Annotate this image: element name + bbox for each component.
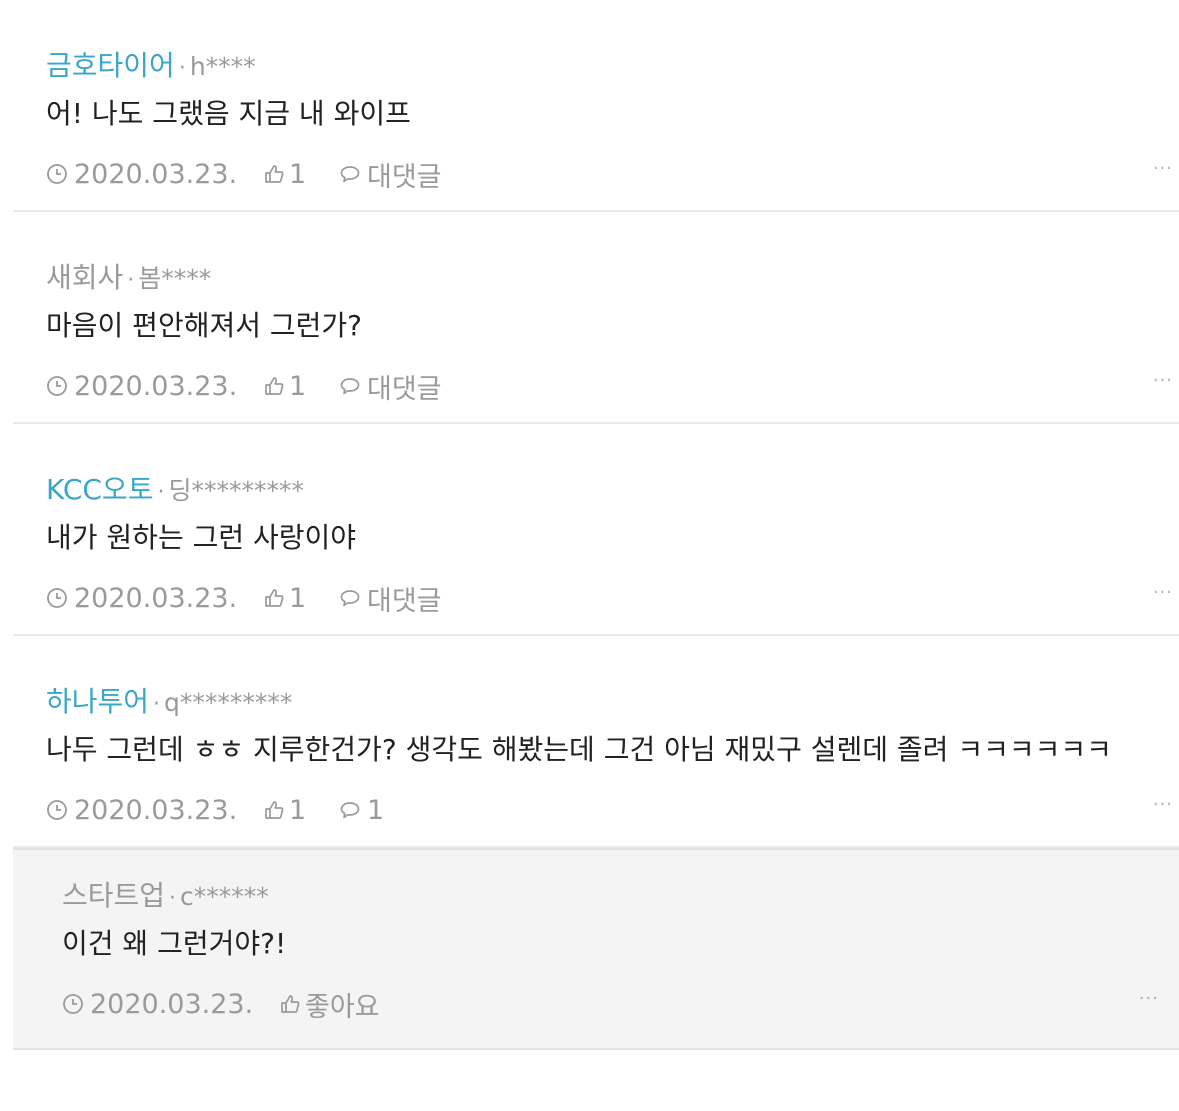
author-separator: · xyxy=(153,692,161,717)
company-name[interactable]: 금호타이어 xyxy=(46,49,175,82)
reply-button[interactable]: 1 xyxy=(339,795,384,826)
thumbs-up-icon xyxy=(265,377,284,395)
reply-author-line: 스타트업 · c****** xyxy=(62,876,269,919)
reply-date-text: 2020.03.23. xyxy=(90,988,254,1020)
reply-item: 스타트업 · c****** 이건 왜 그런거야?! 2020.03.23. 좋아요… xyxy=(13,848,1179,1050)
speech-bubble-icon xyxy=(340,166,360,183)
comment-actions: 2020.03.23. 1 대댓글 xyxy=(46,154,442,194)
comment-author-line: 금호타이어 · h**** xyxy=(46,46,256,89)
comment-date: 2020.03.23. xyxy=(46,159,263,190)
comment-text: 어! 나도 그랬음 지금 내 와이프 xyxy=(46,97,411,130)
comment-date-text: 2020.03.23. xyxy=(74,582,238,614)
reply-label: 대댓글 xyxy=(367,373,442,405)
user-id: 봄**** xyxy=(138,264,212,293)
company-name: 스타트업 xyxy=(62,879,166,912)
like-button[interactable]: 1 xyxy=(263,795,339,826)
reply-text: 이건 왜 그런거야?! xyxy=(62,927,287,960)
like-button[interactable]: 좋아요 xyxy=(279,985,380,1024)
comment-date-text: 2020.03.23. xyxy=(74,158,238,190)
reply-count: 1 xyxy=(367,794,385,826)
company-name: 새회사 xyxy=(46,261,124,294)
comment-text: 내가 원하는 그런 사랑이야 xyxy=(46,521,357,554)
comment-item: 금호타이어 · h**** 어! 나도 그랬음 지금 내 와이프 2020.03.2… xyxy=(13,0,1179,212)
like-count: 1 xyxy=(289,158,307,190)
comment-author-line: KCC오토 · 딩********* xyxy=(46,470,304,513)
author-separator: · xyxy=(178,56,186,81)
like-button[interactable]: 1 xyxy=(263,583,339,614)
author-separator: · xyxy=(127,268,135,293)
comment-date: 2020.03.23. xyxy=(46,795,263,826)
more-options-button[interactable]: ··· xyxy=(1153,794,1173,815)
comment-author-line: 하나투어 · q********* xyxy=(46,682,292,725)
comment-actions: 2020.03.23. 1 대댓글 xyxy=(46,366,442,406)
user-id: h**** xyxy=(189,52,256,81)
reply-label: 대댓글 xyxy=(367,161,442,193)
clock-icon xyxy=(47,588,67,608)
clock-icon xyxy=(47,800,67,820)
thumbs-up-icon xyxy=(265,589,284,607)
speech-bubble-icon xyxy=(340,378,360,395)
comment-text: 나두 그런데 ㅎㅎ 지루한건가? 생각도 해봤는데 그건 아님 재밌구 설렌데 … xyxy=(46,733,1112,766)
comment-date-text: 2020.03.23. xyxy=(74,370,238,402)
like-label: 좋아요 xyxy=(305,991,380,1023)
more-options-button[interactable]: ··· xyxy=(1139,988,1159,1009)
author-separator: · xyxy=(157,480,165,505)
clock-icon xyxy=(47,376,67,396)
comment-date: 2020.03.23. xyxy=(46,583,263,614)
more-options-button[interactable]: ··· xyxy=(1153,370,1173,391)
comment-item: 하나투어 · q********* 나두 그런데 ㅎㅎ 지루한건가? 생각도 해봤는… xyxy=(13,636,1179,848)
reply-button[interactable]: 대댓글 xyxy=(339,155,442,194)
reply-button[interactable]: 대댓글 xyxy=(339,579,442,618)
user-id: q********* xyxy=(164,688,293,717)
like-count: 1 xyxy=(289,582,307,614)
reply-date: 2020.03.23. xyxy=(62,989,279,1020)
user-id: c****** xyxy=(180,882,269,911)
user-id: 딩********* xyxy=(168,476,304,505)
comment-item: KCC오토 · 딩********* 내가 원하는 그런 사랑이야 2020.03.… xyxy=(13,424,1179,636)
speech-bubble-icon xyxy=(340,590,360,607)
comment-actions: 2020.03.23. 1 1 xyxy=(46,790,384,830)
comment-actions: 2020.03.23. 1 대댓글 xyxy=(46,578,442,618)
author-separator: · xyxy=(169,886,177,911)
comment-author-line: 새회사 · 봄**** xyxy=(46,258,211,301)
comment-date: 2020.03.23. xyxy=(46,371,263,402)
comment-list: 금호타이어 · h**** 어! 나도 그랬음 지금 내 와이프 2020.03.2… xyxy=(13,0,1179,1050)
like-count: 1 xyxy=(289,370,307,402)
more-options-button[interactable]: ··· xyxy=(1153,582,1173,603)
like-button[interactable]: 1 xyxy=(263,159,339,190)
speech-bubble-icon xyxy=(340,802,360,819)
clock-icon xyxy=(63,994,83,1014)
like-count: 1 xyxy=(289,794,307,826)
clock-icon xyxy=(47,164,67,184)
company-name[interactable]: 하나투어 xyxy=(46,685,149,718)
comment-item: 새회사 · 봄**** 마음이 편안해져서 그런가? 2020.03.23. 1 대… xyxy=(13,212,1179,424)
reply-button[interactable]: 대댓글 xyxy=(339,367,442,406)
comment-text: 마음이 편안해져서 그런가? xyxy=(46,309,363,342)
reply-label: 대댓글 xyxy=(367,585,442,617)
thumbs-up-icon xyxy=(265,801,284,819)
like-button[interactable]: 1 xyxy=(263,371,339,402)
thumbs-up-icon xyxy=(265,165,284,183)
thumbs-up-icon xyxy=(281,995,300,1013)
more-options-button[interactable]: ··· xyxy=(1153,158,1173,179)
reply-actions: 2020.03.23. 좋아요 xyxy=(62,984,380,1024)
comment-date-text: 2020.03.23. xyxy=(74,794,238,826)
company-name[interactable]: KCC오토 xyxy=(46,473,153,506)
